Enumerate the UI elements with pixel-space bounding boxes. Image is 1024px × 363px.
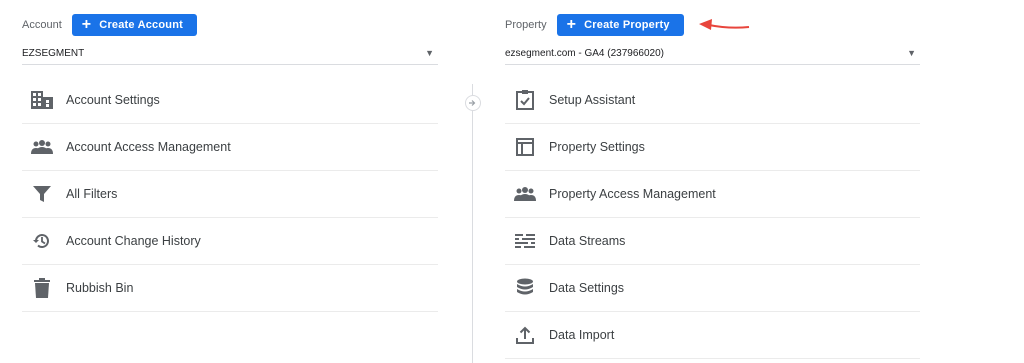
building-icon <box>30 88 54 112</box>
account-menu: Account Settings Account Access Manageme… <box>22 77 438 312</box>
menu-item-account-change-history[interactable]: Account Change History <box>22 218 438 265</box>
menu-item-label: All Filters <box>66 187 118 201</box>
menu-item-all-filters[interactable]: All Filters <box>22 171 438 218</box>
menu-item-data-import[interactable]: Data Import <box>505 312 920 359</box>
clipboard-check-icon <box>513 88 537 112</box>
property-selector[interactable]: ezsegment.com - GA4 (237966020) ▼ <box>505 42 920 65</box>
account-column: Account + Create Account EZSEGMENT ▼ Acc… <box>22 0 438 312</box>
menu-item-account-settings[interactable]: Account Settings <box>22 77 438 124</box>
account-label: Account <box>22 19 62 31</box>
menu-item-account-access-management[interactable]: Account Access Management <box>22 124 438 171</box>
create-account-label: Create Account <box>99 19 183 31</box>
plus-icon: + <box>81 16 92 33</box>
menu-item-property-access-management[interactable]: Property Access Management <box>505 171 920 218</box>
column-divider <box>472 84 473 363</box>
menu-item-label: Setup Assistant <box>549 93 636 107</box>
filter-icon <box>30 182 54 206</box>
menu-item-property-settings[interactable]: Property Settings <box>505 124 920 171</box>
create-property-button[interactable]: + Create Property <box>556 14 684 36</box>
menu-item-setup-assistant[interactable]: Setup Assistant <box>505 77 920 124</box>
property-column: Property + Create Property ezsegment.com… <box>505 0 920 359</box>
account-selector[interactable]: EZSEGMENT ▼ <box>22 42 438 65</box>
menu-item-label: Data Settings <box>549 281 625 295</box>
plus-icon: + <box>566 16 577 33</box>
menu-item-label: Property Settings <box>549 140 645 154</box>
history-icon <box>30 229 54 253</box>
property-label: Property <box>505 19 547 31</box>
database-icon <box>513 276 537 300</box>
menu-item-data-streams[interactable]: Data Streams <box>505 218 920 265</box>
people-icon <box>30 135 54 159</box>
menu-item-label: Account Change History <box>66 234 201 248</box>
property-menu: Setup Assistant Property Settings Proper… <box>505 77 920 359</box>
create-account-button[interactable]: + Create Account <box>71 14 197 36</box>
trash-icon <box>30 276 54 300</box>
menu-item-label: Account Access Management <box>66 140 231 154</box>
menu-item-label: Data Streams <box>549 234 626 248</box>
layout-icon <box>513 135 537 159</box>
menu-item-rubbish-bin[interactable]: Rubbish Bin <box>22 265 438 312</box>
annotation-arrow-icon <box>699 19 750 30</box>
menu-item-label: Rubbish Bin <box>66 281 134 295</box>
account-header: Account + Create Account <box>22 5 438 45</box>
account-selected-value: EZSEGMENT <box>22 47 85 59</box>
menu-item-label: Data Import <box>549 328 615 342</box>
arrow-right-circle-icon <box>465 95 481 111</box>
property-selected-value: ezsegment.com - GA4 (237966020) <box>505 47 664 59</box>
menu-item-label: Property Access Management <box>549 187 716 201</box>
dropdown-arrow-icon: ▼ <box>425 48 434 58</box>
streams-icon <box>513 229 537 253</box>
create-property-label: Create Property <box>584 19 670 31</box>
menu-item-data-settings[interactable]: Data Settings <box>505 265 920 312</box>
dropdown-arrow-icon: ▼ <box>907 48 916 58</box>
upload-icon <box>513 323 537 347</box>
people-icon <box>513 182 537 206</box>
menu-item-label: Account Settings <box>66 93 160 107</box>
